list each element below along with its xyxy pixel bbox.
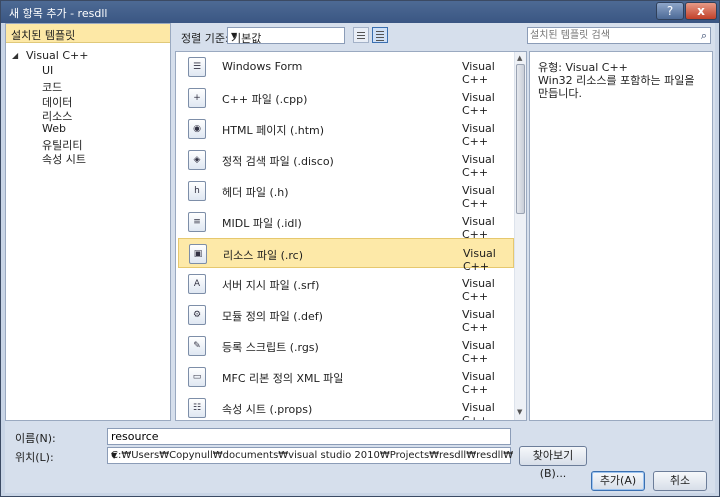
template-list-scrollbar[interactable]: ▲ ▼ <box>514 52 526 420</box>
template-row-header[interactable]: h 헤더 파일 (.h) Visual C++ <box>178 176 514 210</box>
search-icon[interactable]: ⌕ <box>701 29 707 43</box>
installed-templates-label: 설치된 템플릿 <box>11 29 76 42</box>
location-label: 위치(L): <box>15 451 54 464</box>
template-description: Win32 리소스를 포함하는 파일을 만듭니다. <box>538 74 695 100</box>
tree-item-visual-cpp[interactable]: Visual C++ <box>26 49 88 62</box>
cancel-button[interactable]: 취소 <box>653 471 707 491</box>
scroll-down-icon[interactable]: ▼ <box>517 408 522 416</box>
resource-file-icon: ▣ <box>189 244 207 264</box>
template-info-pane: 유형: Visual C++ Win32 리소스를 포함하는 파일을 만듭니다. <box>529 51 713 421</box>
installed-templates-header[interactable]: 설치된 템플릿 <box>6 24 170 43</box>
sort-label: 정렬 기준: <box>181 32 229 45</box>
header-file-icon: h <box>188 181 206 201</box>
cpp-file-icon: + <box>188 88 206 108</box>
template-name: 헤더 파일 (.h) <box>222 186 289 199</box>
window-title: 새 항목 추가 - resdll <box>9 7 108 20</box>
collapse-arrow-icon[interactable]: ◢ <box>12 51 18 60</box>
template-name: HTML 페이지 (.htm) <box>222 124 325 137</box>
template-row-cpp[interactable]: + C++ 파일 (.cpp) Visual C++ <box>178 83 514 117</box>
tree-item-ui[interactable]: UI <box>42 64 53 77</box>
template-name: 서버 지시 파일 (.srf) <box>222 279 320 292</box>
disco-file-icon: ◈ <box>188 150 206 170</box>
location-dropdown[interactable]: C:₩Users₩Copynull₩documents₩visual studi… <box>107 447 513 464</box>
dialog-body: 설치된 템플릿 ◢ Visual C++ UI 코드 데이터 리소스 Web 유… <box>5 23 715 493</box>
template-row-html[interactable]: ◉ HTML 페이지 (.htm) Visual C++ <box>178 114 514 148</box>
ribbon-xml-icon: ▭ <box>188 367 206 387</box>
template-row-resource[interactable]: ▣ 리소스 파일 (.rc) Visual C++ <box>178 238 514 273</box>
add-button[interactable]: 추가(A) <box>591 471 645 491</box>
sort-dropdown[interactable]: 기본값 ▼ <box>227 27 345 45</box>
atl-file-icon: A <box>188 274 206 294</box>
html-file-icon: ◉ <box>188 119 206 139</box>
sort-toolbar: 정렬 기준: 기본값 ▼ <box>175 23 525 47</box>
name-label: 이름(N): <box>15 432 56 445</box>
tree-item-property-sheet[interactable]: 속성 시트 <box>42 151 86 167</box>
name-field[interactable] <box>107 428 511 445</box>
close-button[interactable]: x <box>685 2 717 20</box>
list-view-button[interactable] <box>353 27 369 43</box>
browse-button[interactable]: 찾아보기(B)... <box>519 446 587 480</box>
chevron-down-icon: ▼ <box>111 451 118 460</box>
template-name: 정적 검색 파일 (.disco) <box>222 155 334 168</box>
template-list: ☰ Windows Form Visual C++ + C++ 파일 (.cpp… <box>175 51 527 421</box>
template-search-box[interactable]: ⌕ <box>527 27 711 44</box>
title-bar: 새 항목 추가 - resdll ? x <box>1 1 719 23</box>
add-new-item-dialog: 새 항목 추가 - resdll ? x 설치된 템플릿 ◢ Visual C+… <box>0 0 720 497</box>
search-input[interactable] <box>530 29 690 42</box>
details-view-button[interactable] <box>372 27 388 43</box>
template-row-midl[interactable]: ≡ MIDL 파일 (.idl) Visual C++ <box>178 207 514 241</box>
template-row-props[interactable]: ☷ 속성 시트 (.props) Visual C++ <box>178 393 514 421</box>
template-category: Visual C++ <box>462 401 495 421</box>
template-row-def[interactable]: ⚙ 모듈 정의 파일 (.def) Visual C++ <box>178 300 514 334</box>
template-name: MFC 리본 정의 XML 파일 <box>222 372 344 385</box>
help-button[interactable]: ? <box>656 2 684 20</box>
property-sheet-icon: ☷ <box>188 398 206 418</box>
template-name: C++ 파일 (.cpp) <box>222 93 308 106</box>
template-name: 등록 스크립트 (.rgs) <box>222 341 319 354</box>
scroll-up-icon[interactable]: ▲ <box>517 54 522 62</box>
def-file-icon: ⚙ <box>188 305 206 325</box>
chevron-down-icon: ▼ <box>231 31 238 40</box>
idl-file-icon: ≡ <box>188 212 206 232</box>
template-row-windows-form[interactable]: ☰ Windows Form Visual C++ <box>178 52 514 86</box>
template-row-disco[interactable]: ◈ 정적 검색 파일 (.disco) Visual C++ <box>178 145 514 179</box>
script-file-icon: ✎ <box>188 336 206 356</box>
installed-templates-pane: 설치된 템플릿 ◢ Visual C++ UI 코드 데이터 리소스 Web 유… <box>5 23 171 421</box>
tree-item-code[interactable]: 코드 <box>42 79 62 95</box>
template-type: 유형: Visual C++ <box>538 61 628 74</box>
template-row-rgs[interactable]: ✎ 등록 스크립트 (.rgs) Visual C++ <box>178 331 514 365</box>
scrollbar-thumb[interactable] <box>516 64 525 214</box>
template-row-srf[interactable]: A 서버 지시 파일 (.srf) Visual C++ <box>178 269 514 303</box>
form-icon: ☰ <box>188 57 206 77</box>
template-name: MIDL 파일 (.idl) <box>222 217 302 230</box>
template-name: 속성 시트 (.props) <box>222 403 313 416</box>
tree-item-web[interactable]: Web <box>42 122 66 135</box>
template-row-ribbon-xml[interactable]: ▭ MFC 리본 정의 XML 파일 Visual C++ <box>178 362 514 396</box>
template-name: Windows Form <box>222 60 303 73</box>
template-name: 모듈 정의 파일 (.def) <box>222 310 323 323</box>
template-name: 리소스 파일 (.rc) <box>223 249 304 262</box>
